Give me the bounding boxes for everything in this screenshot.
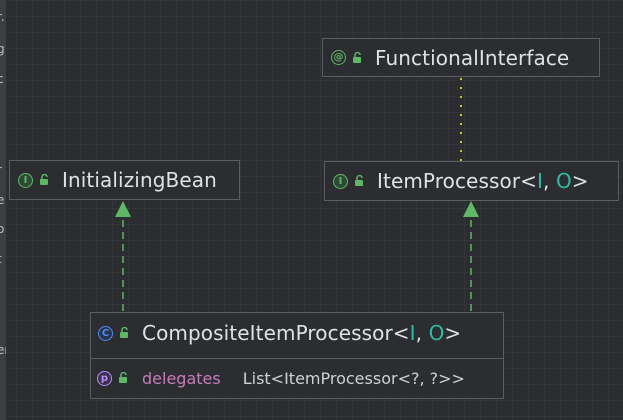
node-title: InitializingBean <box>62 168 217 192</box>
open-lock-icon <box>353 51 361 63</box>
node-item-processor[interactable]: I ItemProcessor<I, O> <box>324 161 619 201</box>
type-parameter: O <box>428 321 445 345</box>
member-type: List<ItemProcessor<?, ?>> <box>242 368 465 388</box>
class-name: CompositeItemProcessor <box>142 321 393 345</box>
type-parameter: O <box>555 169 572 193</box>
type-bracket-close: > <box>571 169 589 193</box>
node-initializing-bean[interactable]: I InitializingBean <box>9 160 240 200</box>
type-bracket-open: < <box>392 321 410 345</box>
open-lock-icon <box>119 372 127 383</box>
class-name: ItemProcessor <box>377 169 521 193</box>
interface-icon: I <box>18 172 33 188</box>
node-title: FunctionalInterface <box>375 45 570 70</box>
node-title: CompositeItemProcessor<I, O> <box>142 321 461 345</box>
property-icon: p <box>97 370 112 386</box>
member-row-delegates[interactable]: p delegates List<ItemProcessor<?, ?>> <box>91 358 503 397</box>
type-bracket-open: < <box>520 169 538 193</box>
open-lock-icon <box>120 327 128 338</box>
interface-icon: I <box>333 173 348 189</box>
annotation-icon: @ <box>331 50 346 65</box>
node-functional-interface[interactable]: @ FunctionalInterface <box>322 38 600 77</box>
implements-arrowhead-initializing-bean <box>115 201 131 217</box>
open-lock-icon <box>40 174 48 185</box>
node-composite-item-processor[interactable]: C CompositeItemProcessor<I, O> p delegat… <box>90 312 504 399</box>
implements-arrowhead-item-processor <box>463 201 479 217</box>
type-bracket-close: > <box>444 321 462 345</box>
open-lock-icon <box>355 175 363 186</box>
node-title: ItemProcessor<I, O> <box>377 169 589 193</box>
class-icon: C <box>98 325 113 341</box>
member-name: delegates <box>142 368 221 388</box>
type-separator: , <box>415 321 429 345</box>
type-separator: , <box>543 169 556 193</box>
